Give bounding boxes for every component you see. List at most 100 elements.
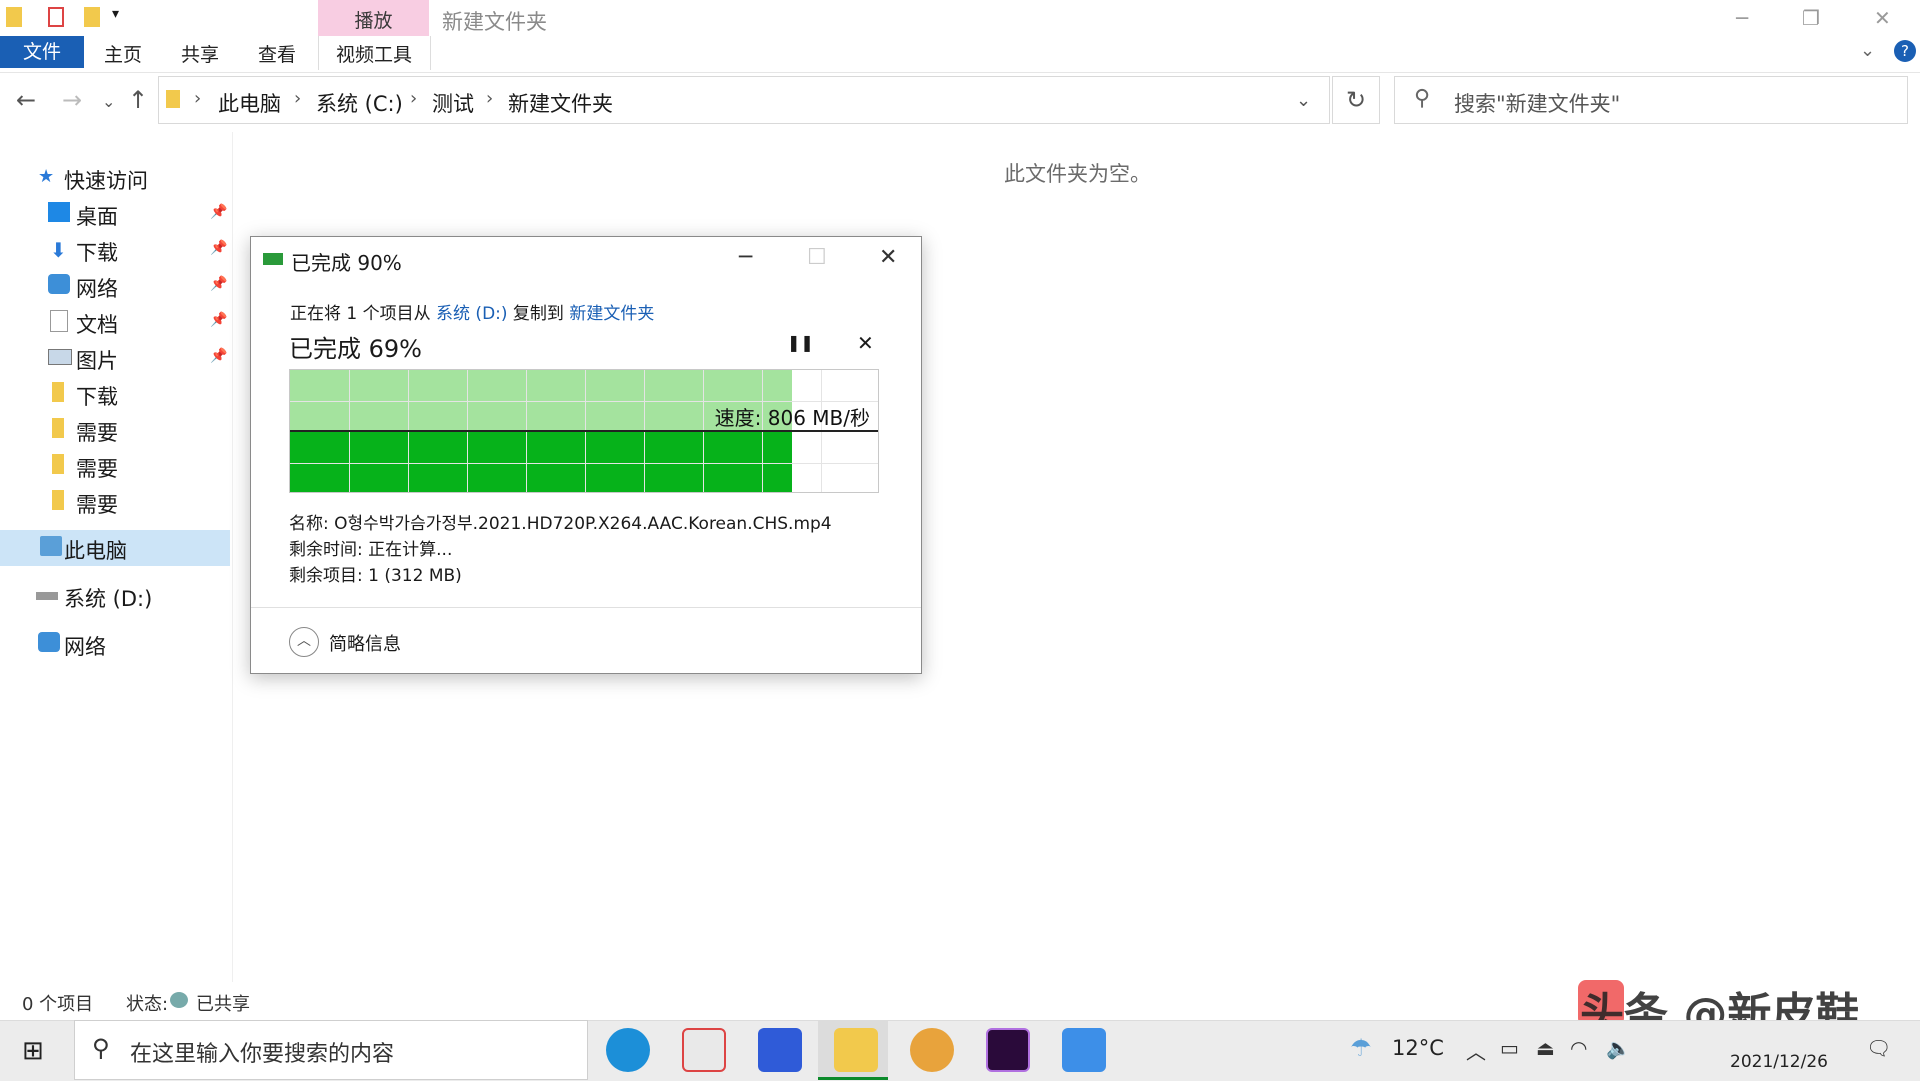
tab-file[interactable]: 文件 [0, 36, 84, 68]
breadcrumb-separator[interactable]: › [410, 88, 417, 109]
sidebar-item-quick-access[interactable]: ★ 快速访问 [0, 160, 230, 196]
sidebar-item-drive-d[interactable]: 系统 (D:) [0, 578, 230, 614]
chrome-icon[interactable] [910, 1028, 954, 1072]
weather-icon[interactable]: ☂ [1350, 1034, 1372, 1062]
tab-share[interactable]: 共享 [181, 40, 219, 67]
breadcrumb-new-folder[interactable]: 新建文件夹 [508, 88, 613, 118]
copy-description: 正在将 1 个项目从 系统 (D:) 复制到 新建文件夹 [290, 304, 655, 324]
sidebar-item-downloads[interactable]: ⬇ 下载 📌 [0, 232, 230, 268]
help-icon[interactable]: ? [1894, 40, 1916, 62]
empty-folder-message: 此文件夹为空。 [1004, 162, 1151, 186]
sidebar-item-documents[interactable]: 文档 📌 [0, 304, 230, 340]
pin-icon[interactable]: 📌 [210, 276, 227, 292]
pin-icon[interactable]: 📌 [210, 348, 227, 364]
file-explorer-icon[interactable] [834, 1028, 878, 1072]
sidebar-item-pictures[interactable]: 图片 📌 [0, 340, 230, 376]
source-link[interactable]: 系统 (D:) [436, 304, 508, 324]
forward-icon[interactable]: → [62, 86, 82, 114]
sidebar-item-folder-need-3[interactable]: 需要 [0, 484, 230, 520]
destination-link[interactable]: 新建文件夹 [569, 304, 654, 324]
edge-icon[interactable] [606, 1028, 650, 1072]
network-icon [38, 632, 60, 652]
picture-icon [48, 349, 72, 365]
search-icon: ⚲ [1414, 86, 1431, 111]
premiere-icon[interactable] [986, 1028, 1030, 1072]
copy-icon [263, 253, 283, 265]
snip-tool-icon[interactable] [682, 1028, 726, 1072]
back-icon[interactable]: ← [16, 86, 36, 114]
file-name: 名称: O형수박가슴가정부.2021.HD720P.X264.AAC.Korea… [289, 514, 832, 534]
folder-icon [52, 382, 64, 402]
new-folder-icon[interactable] [84, 7, 100, 27]
restore-icon[interactable]: ❐ [1802, 6, 1820, 30]
taskbar-search-placeholder: 在这里输入你要搜索的内容 [130, 1042, 395, 1067]
dialog-title: 已完成 90% [291, 251, 402, 275]
breadcrumb-separator[interactable]: › [486, 88, 493, 109]
breadcrumb-separator[interactable]: › [294, 88, 301, 109]
quick-access-dropdown-icon[interactable]: ▾ [112, 6, 119, 22]
state-label: 状态: [126, 994, 169, 1015]
sidebar-item-desktop[interactable]: 桌面 📌 [0, 196, 230, 232]
drive-icon [36, 592, 58, 600]
collapse-details-button[interactable]: ︿ [289, 627, 319, 657]
usb-icon[interactable]: ⏏ [1536, 1036, 1555, 1060]
pin-icon[interactable]: 📌 [210, 240, 227, 256]
item-count: 0 个项目 [22, 994, 94, 1015]
tab-view[interactable]: 查看 [258, 40, 296, 67]
battery-icon[interactable]: ▭ [1500, 1036, 1519, 1060]
pin-icon[interactable]: 📌 [210, 312, 227, 328]
dialog-minimize-icon[interactable]: ─ [739, 245, 752, 270]
download-icon: ⬇ [50, 238, 67, 262]
pane-divider[interactable] [232, 132, 233, 982]
breadcrumb-this-pc[interactable]: 此电脑 [218, 88, 281, 118]
folder-icon [52, 454, 64, 474]
star-icon: ★ [38, 166, 55, 187]
search-icon: ⚲ [92, 1034, 110, 1062]
ribbon-collapse-icon[interactable]: ⌄ [1860, 40, 1875, 61]
sidebar-item-folder-need-1[interactable]: 需要 [0, 412, 230, 448]
folder-icon [166, 90, 180, 108]
feishu-icon[interactable] [1062, 1028, 1106, 1072]
volume-icon[interactable]: 🔈 [1606, 1036, 1631, 1060]
breadcrumb-separator[interactable]: › [194, 88, 201, 109]
date[interactable]: 2021/12/26 [1730, 1052, 1828, 1072]
search-placeholder: 搜索"新建文件夹" [1454, 92, 1621, 116]
recent-dropdown-icon[interactable]: ⌄ [102, 92, 115, 111]
breadcrumb-test[interactable]: 测试 [432, 88, 474, 118]
app-icon[interactable] [758, 1028, 802, 1072]
temperature[interactable]: 12°C [1392, 1036, 1444, 1060]
percent-complete: 已完成 69% [289, 335, 422, 363]
details-label[interactable]: 简略信息 [329, 630, 401, 656]
cancel-icon[interactable]: ✕ [857, 331, 874, 355]
status-bar: 0 个项目 状态: 已共享 [0, 986, 300, 1015]
transfer-speed: 速度: 806 MB/秒 [714, 406, 870, 430]
sidebar-item-this-pc[interactable]: 此电脑 [0, 530, 230, 566]
wifi-icon[interactable]: ◠ [1570, 1036, 1587, 1060]
minimize-icon[interactable]: ─ [1736, 6, 1748, 30]
desktop-icon [48, 202, 70, 222]
sidebar-item-folder-need-2[interactable]: 需要 [0, 448, 230, 484]
pin-icon[interactable]: 📌 [210, 204, 227, 220]
refresh-icon[interactable]: ↻ [1332, 76, 1380, 124]
notification-icon[interactable]: 🗨 [1866, 1036, 1891, 1060]
time-remaining: 剩余时间: 正在计算... [289, 540, 453, 560]
sidebar-item-network-root[interactable]: 网络 [0, 626, 230, 662]
breadcrumb-drive-c[interactable]: 系统 (C:) [316, 88, 403, 118]
window-title: 新建文件夹 [442, 10, 547, 34]
properties-icon[interactable] [48, 7, 64, 27]
dialog-close-icon[interactable]: ✕ [879, 245, 897, 270]
up-icon[interactable]: ↑ [128, 86, 148, 114]
copy-progress-dialog: 已完成 90% ─ ☐ ✕ 正在将 1 个项目从 系统 (D:) 复制到 新建文… [250, 236, 922, 674]
tab-video-tools[interactable]: 视频工具 [336, 40, 412, 67]
sidebar-item-folder-downloads[interactable]: 下载 [0, 376, 230, 412]
tab-home[interactable]: 主页 [104, 40, 142, 67]
computer-icon [40, 536, 62, 556]
pause-icon[interactable]: ❚❚ [787, 333, 814, 352]
windows-start-icon[interactable]: ⊞ [22, 1036, 44, 1066]
chevron-up-icon[interactable]: ︿ [1466, 1036, 1486, 1065]
address-history-icon[interactable]: ⌄ [1296, 90, 1311, 111]
sidebar-item-network[interactable]: 网络 📌 [0, 268, 230, 304]
close-icon[interactable]: ✕ [1874, 6, 1891, 30]
dialog-divider [251, 607, 921, 608]
folder-icon [52, 490, 64, 510]
